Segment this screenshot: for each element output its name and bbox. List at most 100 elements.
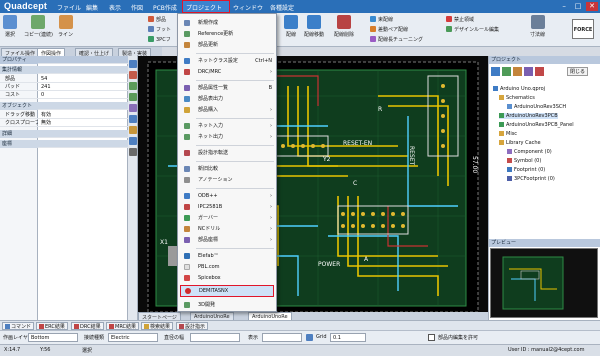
grid-icon[interactable] bbox=[129, 148, 137, 156]
ribbon-item-length-tuning[interactable]: 配線長チューニング bbox=[370, 36, 423, 43]
pointer-tool-icon[interactable] bbox=[129, 60, 137, 68]
menu-item-demitasnx[interactable]: DEMITASNX bbox=[180, 285, 274, 297]
route-button[interactable]: 配線 bbox=[284, 15, 298, 38]
prop-value-drag[interactable]: 有効 bbox=[38, 111, 128, 119]
tree-item-selected[interactable]: ArduinoUnoRev3PCB bbox=[499, 113, 558, 119]
tab-check-finish[interactable]: 確認・仕上げ bbox=[75, 48, 114, 57]
copy-continuous-button[interactable]: コピー(連続) bbox=[24, 15, 53, 38]
new-project-icon[interactable] bbox=[491, 67, 500, 76]
tree-item[interactable]: ArduinoUnoRev3PCB_Panel bbox=[499, 122, 574, 128]
tab-search[interactable]: 検索結果 bbox=[141, 322, 174, 330]
tab-file-ops[interactable]: ファイル操作 bbox=[1, 48, 40, 57]
tab-command[interactable]: コマンド bbox=[2, 322, 35, 330]
tab-start-page[interactable]: スタートページ bbox=[138, 312, 181, 321]
tree-item[interactable]: Schematics bbox=[499, 95, 535, 101]
zoom-in-icon[interactable] bbox=[129, 82, 137, 90]
ribbon-item-design-rule[interactable]: デザインルール編集 bbox=[446, 26, 499, 33]
ribbon-item-diff-pair[interactable]: 差動ペア配線 bbox=[370, 26, 408, 33]
menu-item-part-purchase[interactable]: 部品購入 › bbox=[178, 105, 276, 115]
width-input[interactable] bbox=[190, 333, 240, 342]
menu-project[interactable]: プロジェクト bbox=[186, 3, 222, 12]
zoom-out-icon[interactable] bbox=[129, 93, 137, 101]
force-button[interactable]: FORCE bbox=[572, 19, 594, 39]
menu-item-nc-drill[interactable]: NCドリル › bbox=[178, 224, 276, 234]
menu-item-part-update[interactable]: 部品更新 bbox=[178, 40, 276, 50]
menu-item-3d[interactable]: 3D開発 bbox=[178, 300, 276, 310]
close-icon[interactable]: ✕ bbox=[586, 2, 598, 11]
menu-item-part-coordinates[interactable]: 部品座標 › bbox=[178, 235, 276, 245]
menu-file[interactable]: ファイル bbox=[57, 3, 81, 12]
section-object[interactable]: オブジェクト bbox=[0, 102, 38, 110]
menu-window[interactable]: ウィンドウ bbox=[233, 3, 263, 12]
grid-toggle-icon[interactable] bbox=[306, 334, 313, 341]
menu-view[interactable]: 表示 bbox=[109, 3, 121, 12]
tab-manufacture[interactable]: 製造・実装 bbox=[118, 48, 152, 57]
menu-item-annotation[interactable]: アノテーション bbox=[178, 175, 276, 185]
connection-select[interactable]: Electric bbox=[108, 333, 158, 342]
layer-icon[interactable] bbox=[129, 137, 137, 145]
ribbon-item-keepout[interactable]: 禁止領域 bbox=[446, 16, 474, 23]
maximize-icon[interactable]: □ bbox=[572, 2, 584, 11]
ribbon-item-3pc[interactable]: 3PCフ bbox=[148, 36, 171, 43]
dimension-button[interactable]: 寸法線 bbox=[530, 15, 545, 38]
menu-item-net-input[interactable]: ネット入力 › bbox=[178, 121, 276, 131]
tree-item[interactable]: Footprint (0) bbox=[507, 167, 545, 173]
remove-file-icon[interactable] bbox=[535, 67, 544, 76]
menu-item-reference-update[interactable]: Reference更新 bbox=[178, 29, 276, 39]
menu-item-spicebox[interactable]: Spicebox bbox=[178, 273, 276, 283]
menu-item-bom-output[interactable]: 部品表出力 bbox=[178, 94, 276, 104]
tab-drawing-ops[interactable]: 作図操作 bbox=[37, 48, 66, 57]
menu-item-pbl[interactable]: PBL.com bbox=[178, 262, 276, 272]
ribbon-item-bus-route[interactable]: 束配線 bbox=[370, 16, 393, 23]
tree-item[interactable]: ArduinoUnoRev3SCH bbox=[507, 104, 566, 110]
tree-item[interactable]: 3PCFootprint (0) bbox=[507, 176, 555, 182]
edit-in-part-checkbox[interactable] bbox=[428, 334, 435, 341]
pan-icon[interactable] bbox=[129, 115, 137, 123]
close-project-button[interactable]: 閉じる bbox=[567, 67, 589, 76]
menu-item-odb[interactable]: ODB++ › bbox=[178, 191, 276, 201]
add-file-icon[interactable] bbox=[524, 67, 533, 76]
route-delete-button[interactable]: 配線削除 bbox=[334, 15, 354, 38]
layer-select[interactable]: Bottom bbox=[28, 333, 78, 342]
menu-pcb[interactable]: PCB作成 bbox=[153, 3, 177, 12]
menu-item-net-output[interactable]: ネット出力 › bbox=[178, 132, 276, 142]
menu-draw[interactable]: 作図 bbox=[131, 3, 143, 12]
menu-item-part-attributes[interactable]: 部品属性一覧 B bbox=[178, 83, 276, 93]
menu-item-compare[interactable]: 新旧比較 bbox=[178, 164, 276, 174]
measure-icon[interactable] bbox=[129, 126, 137, 134]
menu-item-elefab[interactable]: Elefab™ bbox=[178, 251, 276, 261]
tree-item[interactable]: Symbol (0) bbox=[507, 158, 541, 164]
minimize-icon[interactable]: – bbox=[558, 2, 570, 11]
tab-doc-1[interactable]: ArduinoUnoRe bbox=[190, 312, 234, 320]
menu-item-new[interactable]: 新規作成 bbox=[178, 18, 276, 28]
tab-erc[interactable]: ERC結果 bbox=[36, 322, 68, 330]
menu-item-drc-mrc[interactable]: DRC/MRC › bbox=[178, 67, 276, 77]
route-move-button[interactable]: 配線移動 bbox=[304, 15, 324, 38]
menu-item-netclass[interactable]: ネットクラス設定 Ctrl+N bbox=[178, 56, 276, 66]
menu-item-ipc2581[interactable]: IPC2581B › bbox=[178, 202, 276, 212]
tab-doc-2[interactable]: ArduinoUnoRe bbox=[248, 312, 292, 320]
tab-mrc[interactable]: MRC結果 bbox=[106, 322, 140, 330]
delete-tool-icon[interactable] bbox=[129, 71, 137, 79]
menu-item-design-transfer[interactable]: 設計指示転送 bbox=[178, 148, 276, 158]
open-project-icon[interactable] bbox=[502, 67, 511, 76]
section-detail[interactable]: 詳細 bbox=[0, 130, 38, 138]
display-select[interactable] bbox=[262, 333, 302, 342]
tab-drc[interactable]: DRC結果 bbox=[71, 322, 104, 330]
section-summary[interactable]: 集計情報 bbox=[0, 66, 38, 74]
menu-settings[interactable]: 各種設定 bbox=[270, 3, 294, 12]
tab-design-instructions[interactable]: 設計指示 bbox=[176, 322, 209, 330]
grid-input[interactable]: 0.1 bbox=[330, 333, 366, 342]
select-button[interactable]: 選択 bbox=[3, 15, 17, 38]
section-coordinates[interactable]: 座標 bbox=[0, 140, 38, 148]
tree-item[interactable]: Misc bbox=[499, 131, 517, 137]
menu-edit[interactable]: 編集 bbox=[86, 3, 98, 12]
ribbon-item-footprint[interactable]: フット bbox=[148, 26, 171, 33]
tree-item[interactable]: Component (0) bbox=[507, 149, 552, 155]
tree-item[interactable]: Arduino Uno.qproj bbox=[493, 86, 545, 92]
ribbon-item-part[interactable]: 部品 bbox=[148, 16, 166, 23]
fit-icon[interactable] bbox=[129, 104, 137, 112]
tree-item[interactable]: Library Cache bbox=[499, 140, 541, 146]
menu-item-gerber[interactable]: ガーバー › bbox=[178, 213, 276, 223]
save-project-icon[interactable] bbox=[513, 67, 522, 76]
